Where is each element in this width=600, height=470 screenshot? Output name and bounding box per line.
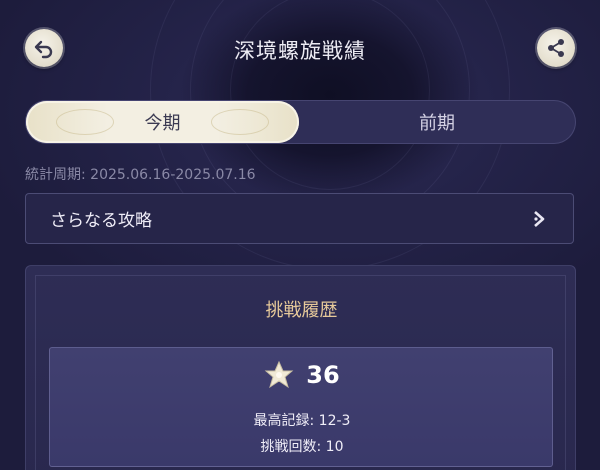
star-icon bbox=[264, 360, 294, 389]
best-record: 最高記録: 12-3 bbox=[253, 413, 351, 429]
period-tabs: 今期 前期 bbox=[25, 100, 576, 144]
page-title: 深境螺旋戦績 bbox=[234, 39, 366, 63]
challenge-history-panel: 挑戦履歴 36 最高記録: 12-3 挑戦回数: 10 bbox=[25, 265, 576, 470]
score-row: 36 bbox=[50, 360, 554, 390]
attempt-count: 挑戦回数: 10 bbox=[260, 439, 344, 455]
share-icon bbox=[548, 39, 564, 57]
chevron-right-icon bbox=[534, 211, 545, 227]
history-card: 36 最高記録: 12-3 挑戦回数: 10 bbox=[49, 347, 553, 467]
panel-title: 挑戦履歴 bbox=[265, 300, 338, 321]
tab-previous-period[interactable]: 前期 bbox=[299, 101, 575, 143]
statistics-period: 統計周期: 2025.06.16-2025.07.16 bbox=[25, 167, 256, 183]
star-count: 36 bbox=[306, 361, 340, 389]
tab-current-period[interactable]: 今期 bbox=[26, 101, 299, 143]
strategy-link[interactable]: さらなる攻略 bbox=[25, 193, 574, 244]
share-button[interactable] bbox=[537, 29, 575, 67]
tab-label: 前期 bbox=[419, 113, 455, 134]
strategy-label: さらなる攻略 bbox=[50, 211, 152, 231]
header: 深境螺旋戦績 bbox=[0, 0, 600, 96]
tab-label: 今期 bbox=[144, 113, 181, 134]
tab-decoration bbox=[211, 109, 269, 135]
tab-decoration bbox=[56, 109, 114, 135]
